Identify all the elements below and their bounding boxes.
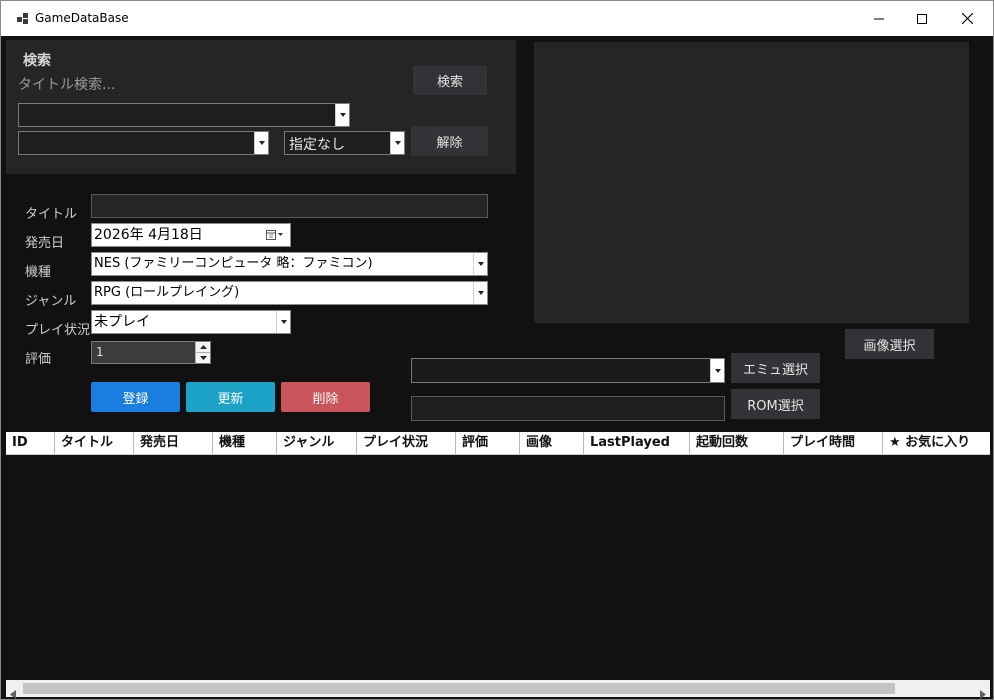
release-date-picker[interactable]: 2026年 4月18日	[91, 223, 291, 247]
genre-combo[interactable]: RPG (ロールプレイング)	[91, 281, 488, 305]
client-area: 検索 タイトル検索... 検索 指定なし 解除 タイトル 発売日 機種 ジャンル	[1, 36, 993, 699]
register-button[interactable]: 登録	[91, 382, 180, 412]
update-button[interactable]: 更新	[186, 382, 275, 412]
game-table-header: ID タイトル 発売日 機種 ジャンル プレイ状況 評価 画像 LastPlay…	[6, 432, 990, 455]
image-preview	[534, 42, 969, 323]
chevron-down-icon[interactable]	[390, 132, 404, 154]
status-filter-combo[interactable]: 指定なし	[284, 131, 405, 155]
chevron-down-icon[interactable]	[710, 359, 724, 382]
emulator-combo[interactable]	[411, 358, 725, 383]
chevron-down-icon[interactable]	[473, 253, 487, 275]
clear-button[interactable]: 解除	[411, 126, 488, 156]
search-heading: 検索	[23, 53, 51, 69]
arrow-up-icon[interactable]	[196, 342, 210, 353]
platform-combo[interactable]: NES (ファミリーコンピュータ 略：ファミコン)	[91, 252, 488, 276]
column-header-image[interactable]: 画像	[519, 432, 583, 454]
column-header-last-played[interactable]: LastPlayed	[583, 432, 689, 454]
app-window: GameDataBase 検索 タイトル検索... 検索 指定なし 解除 タイト…	[0, 0, 994, 700]
search-button[interactable]: 検索	[413, 66, 487, 95]
genre-label: ジャンル	[25, 294, 77, 309]
release-date-label: 発売日	[25, 236, 65, 251]
column-header-rating[interactable]: 評価	[455, 432, 519, 454]
play-status-combo[interactable]: 未プレイ	[91, 310, 291, 334]
column-header-genre[interactable]: ジャンル	[276, 432, 356, 454]
column-header-title[interactable]: タイトル	[54, 432, 133, 454]
minimize-icon	[874, 18, 884, 19]
close-button[interactable]	[944, 1, 990, 36]
game-table-body[interactable]	[6, 455, 990, 680]
scrollbar-thumb[interactable]	[23, 683, 895, 694]
chevron-down-icon[interactable]	[276, 311, 290, 333]
column-header-id[interactable]: ID	[6, 432, 54, 454]
column-header-play-status[interactable]: プレイ状況	[356, 432, 455, 454]
column-header-favorite[interactable]: ★ お気に入り	[882, 432, 990, 454]
column-header-release-date[interactable]: 発売日	[133, 432, 212, 454]
chevron-down-icon[interactable]	[473, 282, 487, 304]
scroll-left-icon[interactable]	[10, 684, 16, 699]
rating-label: 評価	[25, 352, 52, 367]
horizontal-scrollbar[interactable]	[6, 680, 990, 699]
play-status-label: プレイ状況	[25, 323, 91, 338]
image-select-button[interactable]: 画像選択	[845, 329, 934, 359]
calendar-icon[interactable]	[266, 229, 284, 241]
column-header-launch-count[interactable]: 起動回数	[689, 432, 783, 454]
rom-path-field[interactable]	[411, 396, 725, 421]
rating-stepper[interactable]: 1	[91, 341, 211, 364]
search-combo-2[interactable]	[18, 131, 269, 155]
emulator-select-button[interactable]: エミュ選択	[731, 353, 820, 383]
arrow-down-icon[interactable]	[196, 353, 210, 364]
delete-button[interactable]: 削除	[281, 382, 370, 412]
search-combo-1[interactable]	[18, 103, 350, 127]
minimize-button[interactable]	[856, 1, 902, 36]
title-bar[interactable]: GameDataBase	[1, 1, 993, 36]
rom-select-button[interactable]: ROM選択	[731, 389, 820, 419]
chevron-down-icon[interactable]	[335, 104, 349, 126]
title-field[interactable]	[91, 194, 488, 218]
window-title: GameDataBase	[35, 11, 129, 25]
chevron-down-icon[interactable]	[254, 132, 268, 154]
column-header-platform[interactable]: 機種	[212, 432, 276, 454]
close-icon	[961, 13, 973, 24]
column-header-play-time[interactable]: プレイ時間	[783, 432, 882, 454]
app-icon	[17, 13, 29, 25]
search-input[interactable]: タイトル検索...	[18, 74, 115, 94]
platform-label: 機種	[25, 265, 52, 280]
maximize-button[interactable]	[899, 1, 945, 36]
search-panel: 検索 タイトル検索... 検索 指定なし 解除	[6, 40, 516, 174]
title-label: タイトル	[25, 207, 78, 222]
scroll-right-icon[interactable]	[980, 684, 986, 699]
maximize-icon	[917, 13, 927, 24]
